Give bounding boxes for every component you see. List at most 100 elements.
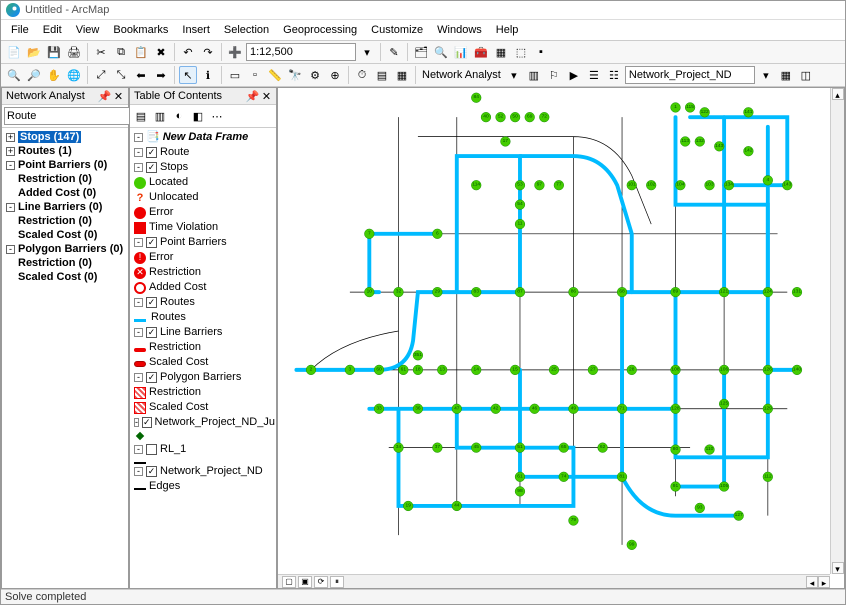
python-button[interactable]: ▦ <box>492 43 510 61</box>
na-dataset-dropdown-icon[interactable]: ▾ <box>757 66 775 84</box>
horizontal-scrollbar[interactable]: ▢ ▣ ⟳ ⏸ ◂ ▸ <box>278 574 830 588</box>
layout-view-tab[interactable]: ▣ <box>298 576 312 588</box>
na-item-point-barriers[interactable]: Point Barriers (0) <box>18 159 107 171</box>
menu-file[interactable]: File <box>5 22 35 38</box>
clear-selection-button[interactable]: ▫ <box>246 66 264 84</box>
full-extent-button[interactable]: 🌐 <box>65 66 83 84</box>
editor-toolbar-button[interactable]: ✎ <box>385 43 403 61</box>
layer-rl1[interactable]: RL_1 <box>160 442 186 457</box>
na-item-restriction[interactable]: Restriction (0) <box>4 172 126 186</box>
add-data-button[interactable]: ➕ <box>226 43 244 61</box>
checkbox[interactable] <box>146 162 157 173</box>
zoom-in-button[interactable]: 🔍 <box>5 66 23 84</box>
scroll-up-icon[interactable]: ▴ <box>832 88 844 100</box>
time-slider-button[interactable]: ⏱ <box>353 66 371 84</box>
layer-nd-junctions[interactable]: Network_Project_ND_Ju <box>155 415 275 430</box>
checkbox[interactable] <box>146 297 157 308</box>
copy-button[interactable]: ⧉ <box>112 43 130 61</box>
print-button[interactable]: 🖨 <box>65 43 83 61</box>
na-item-polygon-barriers[interactable]: Polygon Barriers (0) <box>18 243 123 255</box>
list-by-visibility-button[interactable]: ◐ <box>170 107 188 125</box>
close-icon[interactable]: ✕ <box>261 91 272 102</box>
na-identify-button[interactable]: ◫ <box>797 66 815 84</box>
vertical-scrollbar[interactable]: ▴ ▾ <box>830 88 844 574</box>
checkbox[interactable] <box>146 237 157 248</box>
open-button[interactable]: 📂 <box>25 43 43 61</box>
list-by-drawing-button[interactable]: ▤ <box>132 107 150 125</box>
na-directions-button[interactable]: ☰ <box>585 66 603 84</box>
menu-edit[interactable]: Edit <box>37 22 68 38</box>
arccatalog-button[interactable]: 📊 <box>452 43 470 61</box>
na-create-button[interactable]: ⚐ <box>545 66 563 84</box>
identify-button[interactable]: ℹ <box>199 66 217 84</box>
select-features-button[interactable]: ▭ <box>226 66 244 84</box>
pin-icon[interactable]: 📌 <box>99 91 110 102</box>
na-item-routes[interactable]: Routes (1) <box>18 145 72 157</box>
checkbox[interactable] <box>142 417 152 428</box>
pin-icon[interactable]: 📌 <box>247 91 258 102</box>
pause-icon[interactable]: ⏸ <box>330 576 344 588</box>
close-icon[interactable]: ✕ <box>113 91 124 102</box>
back-button[interactable]: ⬅ <box>132 66 150 84</box>
toc-options-button[interactable]: ⋯ <box>208 107 226 125</box>
na-window-button[interactable]: ▥ <box>525 66 543 84</box>
layer-stops[interactable]: Stops <box>160 160 188 175</box>
undo-button[interactable]: ↶ <box>179 43 197 61</box>
legend-routes[interactable]: Routes <box>149 310 188 325</box>
na-item-added-cost[interactable]: Added Cost (0) <box>4 186 126 200</box>
data-view-tab[interactable]: ▢ <box>282 576 296 588</box>
dataframe-node[interactable]: New Data Frame <box>163 130 249 145</box>
layer-polygon-barriers[interactable]: Polygon Barriers <box>160 370 241 385</box>
search-button[interactable]: 🔍 <box>432 43 450 61</box>
go-to-xy-button[interactable]: ⊕ <box>326 66 344 84</box>
collapse-icon[interactable]: - <box>6 245 15 254</box>
delete-button[interactable]: ✖ <box>152 43 170 61</box>
menu-help[interactable]: Help <box>490 22 525 38</box>
menu-insert[interactable]: Insert <box>176 22 216 38</box>
na-build-button[interactable]: ▦ <box>777 66 795 84</box>
toolbox-button[interactable]: 🧰 <box>472 43 490 61</box>
checkbox[interactable] <box>146 444 157 455</box>
checkbox[interactable] <box>146 466 157 477</box>
fixed-zoom-out-button[interactable]: ⤡ <box>112 66 130 84</box>
na-menu-dropdown[interactable]: ▾ <box>505 66 523 84</box>
na-tree[interactable]: +Stops (147) +Routes (1) -Point Barriers… <box>2 128 128 588</box>
zoom-out-button[interactable]: 🔎 <box>25 66 43 84</box>
layer-line-barriers[interactable]: Line Barriers <box>160 325 222 340</box>
find-button[interactable]: 🔭 <box>286 66 304 84</box>
menu-bookmarks[interactable]: Bookmarks <box>107 22 174 38</box>
na-dataset-combo[interactable] <box>625 66 755 84</box>
layer-routes[interactable]: Routes <box>160 295 195 310</box>
menu-geoprocessing[interactable]: Geoprocessing <box>277 22 363 38</box>
expand-icon[interactable]: + <box>6 133 15 142</box>
pan-button[interactable]: ✋ <box>45 66 63 84</box>
checkbox[interactable] <box>146 147 157 158</box>
menu-selection[interactable]: Selection <box>218 22 275 38</box>
measure-button[interactable]: 📏 <box>266 66 284 84</box>
menu-windows[interactable]: Windows <box>431 22 488 38</box>
na-item-scaled-cost[interactable]: Scaled Cost (0) <box>4 270 126 284</box>
na-props-button[interactable]: ☷ <box>605 66 623 84</box>
layer-nd[interactable]: Network_Project_ND <box>160 464 263 479</box>
na-item-restriction[interactable]: Restriction (0) <box>4 214 126 228</box>
na-item-scaled-cost[interactable]: Scaled Cost (0) <box>4 228 126 242</box>
checkbox[interactable] <box>146 372 157 383</box>
scale-dropdown-icon[interactable]: ▾ <box>358 43 376 61</box>
forward-button[interactable]: ➡ <box>152 66 170 84</box>
catalog-button[interactable]: 🗂 <box>412 43 430 61</box>
new-button[interactable]: 📄 <box>5 43 23 61</box>
menu-customize[interactable]: Customize <box>365 22 429 38</box>
na-item-restriction[interactable]: Restriction (0) <box>4 256 126 270</box>
na-item-line-barriers[interactable]: Line Barriers (0) <box>18 201 102 213</box>
scale-combo[interactable] <box>246 43 356 61</box>
find-route-button[interactable]: ⚙ <box>306 66 324 84</box>
checkbox[interactable] <box>146 327 157 338</box>
paste-button[interactable]: 📋 <box>132 43 150 61</box>
save-button[interactable]: 💾 <box>45 43 63 61</box>
more-button[interactable]: ▪ <box>532 43 550 61</box>
scroll-down-icon[interactable]: ▾ <box>832 562 844 574</box>
collapse-icon[interactable]: - <box>6 161 15 170</box>
html-popup-button[interactable]: ▤ <box>373 66 391 84</box>
expand-icon[interactable]: + <box>6 147 15 156</box>
collapse-icon[interactable]: - <box>6 203 15 212</box>
